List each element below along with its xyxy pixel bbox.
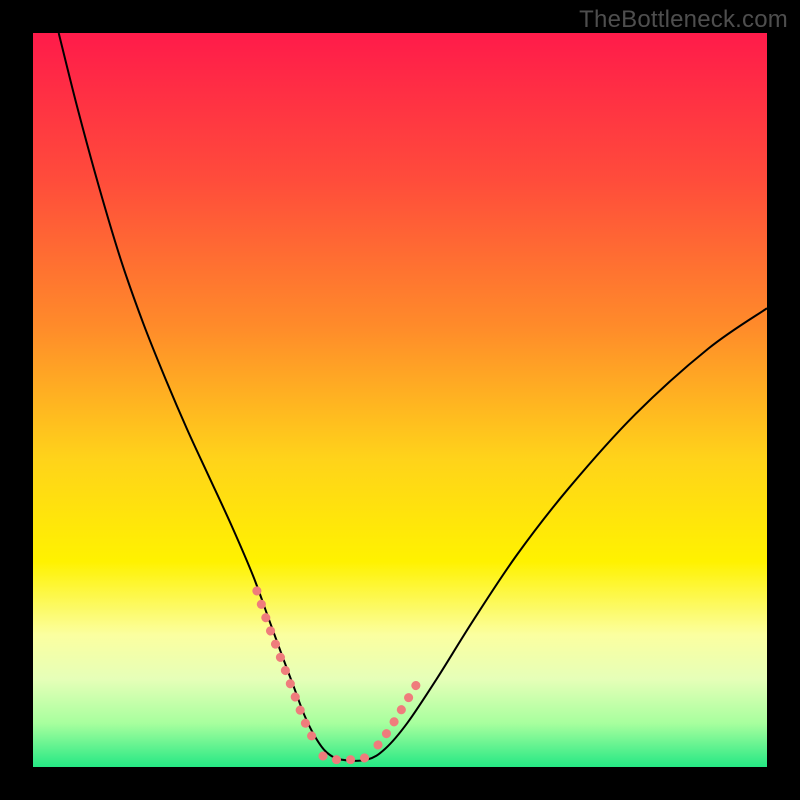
plot-area (33, 33, 767, 767)
watermark-text: TheBottleneck.com (579, 6, 788, 34)
chart-svg (33, 33, 767, 767)
chart-stage: TheBottleneck.com (0, 0, 800, 800)
gradient-background (33, 33, 767, 767)
